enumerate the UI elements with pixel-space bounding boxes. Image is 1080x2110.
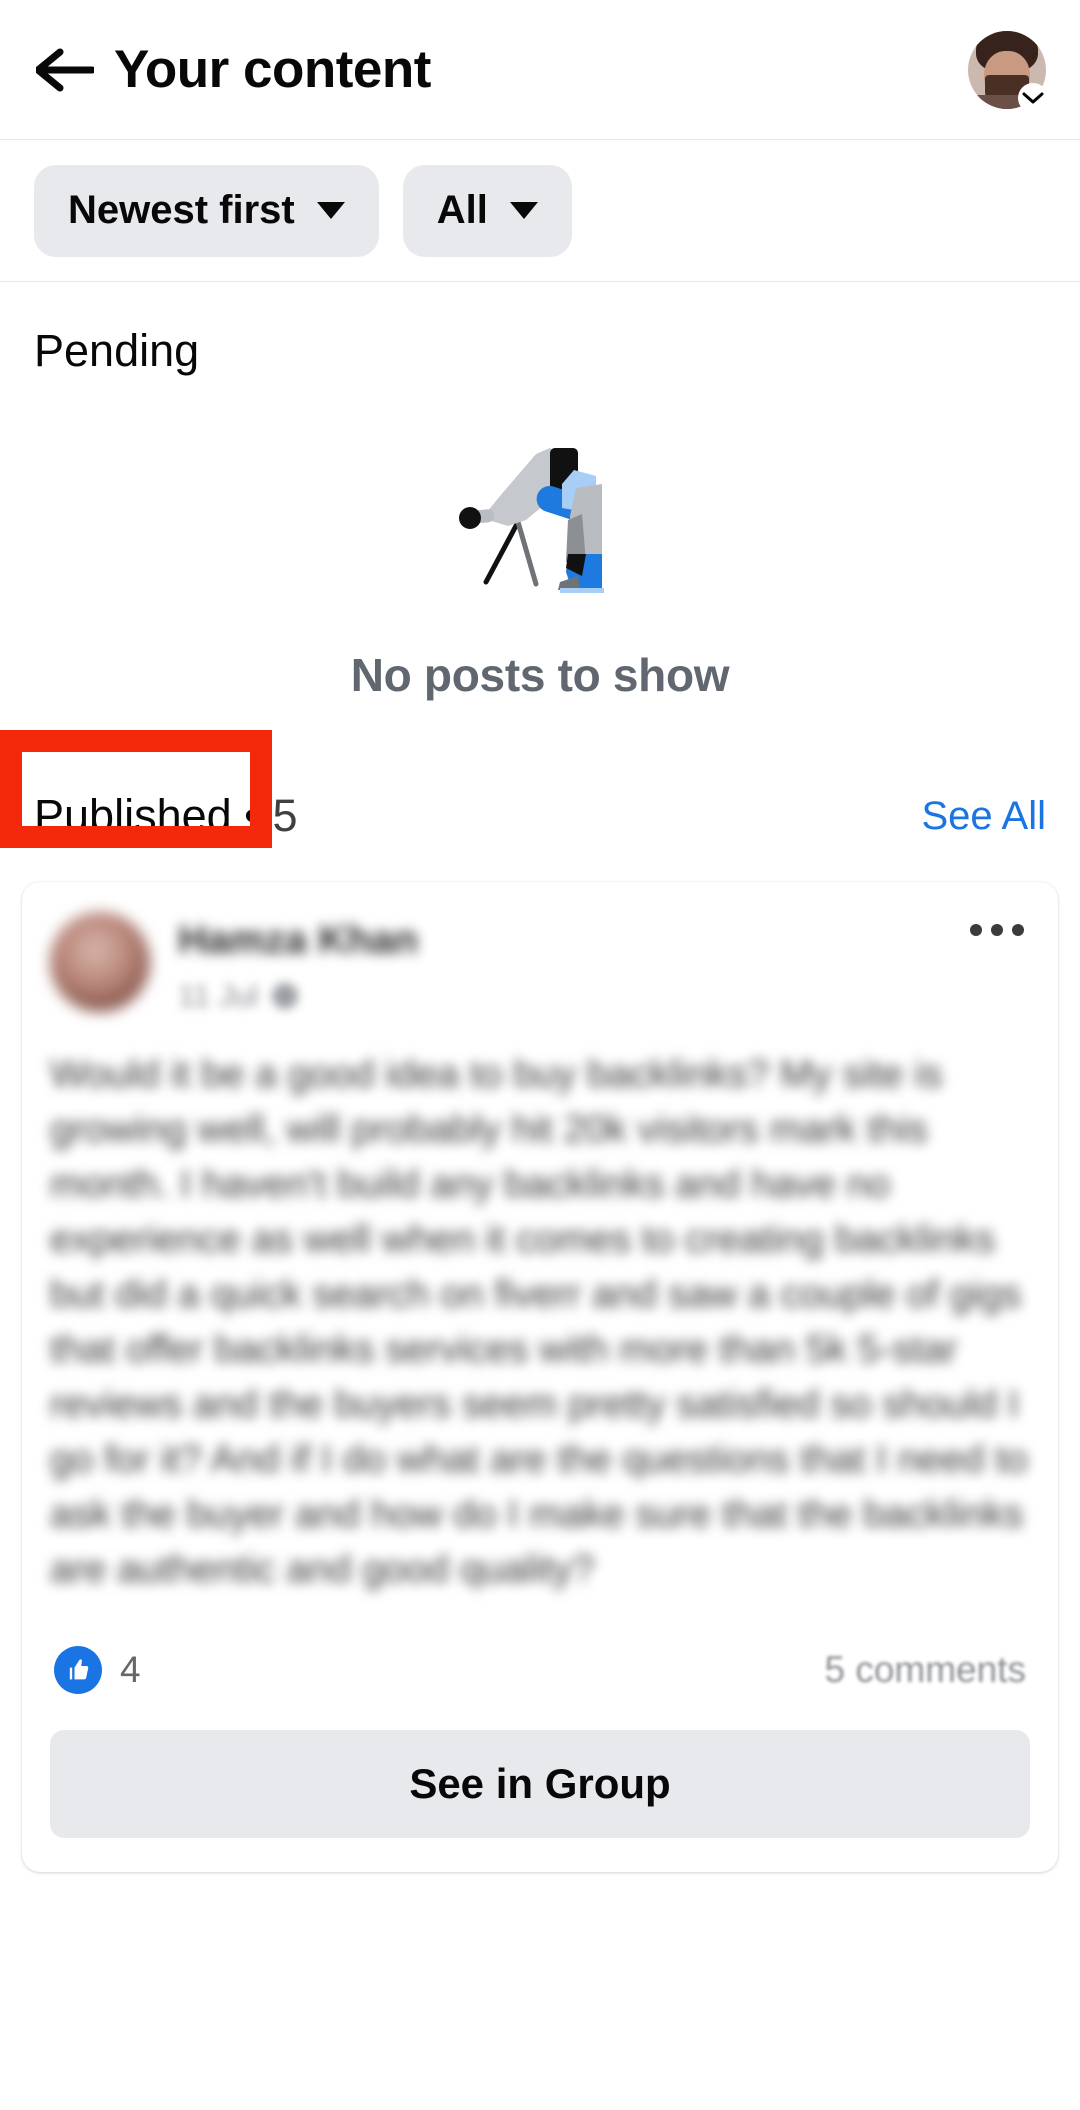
app-header: Your content (0, 0, 1080, 140)
globe-icon (272, 983, 299, 1009)
see-all-link[interactable]: See All (921, 794, 1046, 839)
post-author-name[interactable]: Hamza Khan (178, 918, 964, 962)
sort-filter-chip[interactable]: Newest first (34, 164, 379, 257)
menu-dot (991, 924, 1003, 936)
chevron-down-icon (509, 202, 538, 219)
more-options-icon[interactable] (964, 912, 1030, 948)
type-filter-chip[interactable]: All (402, 164, 572, 257)
menu-dot (1012, 924, 1024, 936)
sort-filter-label: Newest first (68, 188, 295, 232)
published-separator: • (244, 790, 260, 841)
chevron-down-icon (316, 202, 345, 219)
reaction-count: 4 (120, 1648, 141, 1690)
page-title: Your content (114, 40, 431, 99)
post-body-text: Would it be a good idea to buy backlinks… (50, 1053, 1028, 1591)
type-filter-label: All (436, 188, 488, 232)
post-meta: 11 Jul (178, 978, 964, 1014)
published-section-header: Published • 5 See All (0, 730, 1080, 864)
avatar[interactable] (968, 30, 1048, 113)
post-author-avatar[interactable] (50, 912, 150, 1012)
post-reactions[interactable]: 4 (54, 1645, 141, 1694)
post-timestamp: 11 Jul (178, 978, 259, 1013)
post-engagement-row: 4 5 comments (50, 1645, 1030, 1694)
filter-bar: Newest first All (0, 140, 1080, 282)
empty-state-text: No posts to show (350, 649, 730, 701)
back-arrow-icon[interactable] (34, 39, 96, 101)
published-heading: Published • 5 (34, 790, 297, 842)
see-in-group-button[interactable]: See in Group (50, 1729, 1030, 1838)
comment-count[interactable]: 5 comments (824, 1649, 1026, 1691)
pending-empty-state: No posts to show (0, 378, 1080, 702)
thumbs-up-icon (54, 1645, 102, 1694)
pending-heading: Pending (34, 325, 200, 376)
post-card: Hamza Khan 11 Jul Would it be a good ide… (22, 882, 1058, 1872)
published-label: Published (34, 790, 232, 841)
telescope-illustration (459, 448, 604, 593)
published-count: 5 (272, 790, 298, 841)
post-header: Hamza Khan 11 Jul (50, 912, 1030, 1014)
menu-dot (970, 924, 982, 936)
chevron-down-icon[interactable] (1018, 82, 1048, 113)
pending-section: Pending No posts to show (0, 282, 1080, 702)
post-author-block: Hamza Khan 11 Jul (178, 912, 964, 1014)
